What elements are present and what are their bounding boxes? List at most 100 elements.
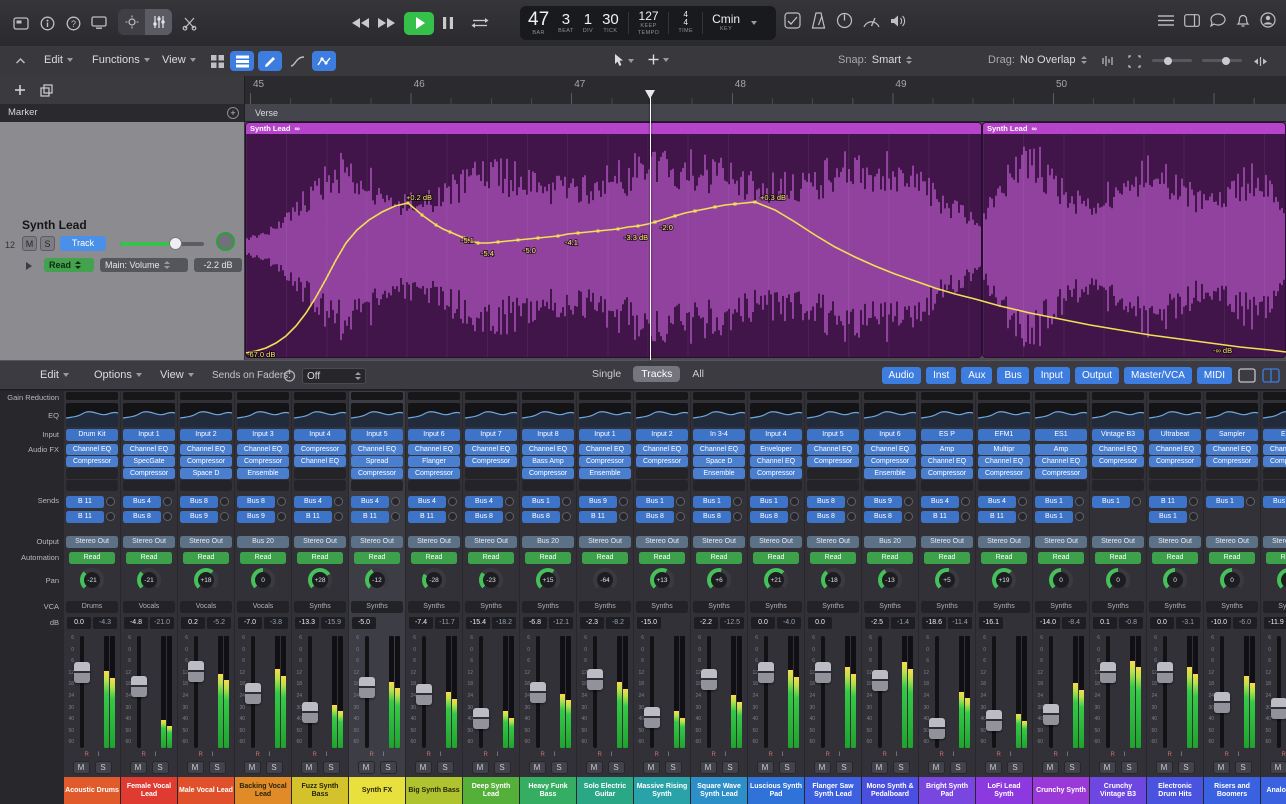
audio-fx-slot[interactable]: Flanger [408, 456, 460, 467]
record-enable-button[interactable]: R [426, 751, 430, 759]
single-pane-icon[interactable] [1238, 368, 1256, 383]
audio-fx-slot[interactable]: Ensemble [693, 468, 745, 479]
pan-knob[interactable]: -23 [479, 568, 503, 592]
audio-fx-slot[interactable] [807, 468, 859, 479]
send-slot[interactable]: B 11 [66, 510, 104, 523]
solo-button[interactable]: S [949, 761, 967, 774]
pan-knob[interactable]: -28 [422, 568, 446, 592]
mute-button[interactable]: M [984, 761, 1002, 774]
record-enable-button[interactable]: R [597, 751, 601, 759]
send-level-knob[interactable] [1189, 512, 1198, 521]
mixer-options-menu[interactable]: Options [94, 369, 142, 381]
mute-button[interactable]: M [186, 761, 204, 774]
audio-fx-slot[interactable]: Channel EQ [579, 444, 631, 455]
mixer-filter-output[interactable]: Output [1074, 367, 1119, 384]
send-slot[interactable]: Bus 8 [180, 495, 218, 508]
audio-fx-slot[interactable]: Channel EQ [408, 444, 460, 455]
automation-mode-button[interactable]: Read [696, 552, 742, 564]
volume-fader[interactable] [1100, 636, 1116, 748]
pan-knob[interactable]: 0 [1277, 568, 1286, 592]
audio-fx-slot[interactable]: Compressor [1149, 456, 1201, 467]
input-monitor-button[interactable]: I [839, 751, 841, 759]
audio-fx-slot[interactable] [921, 480, 973, 491]
send-slot[interactable]: Bus 4 [465, 495, 503, 508]
pause-button[interactable] [443, 17, 453, 29]
audio-fx-slot[interactable]: Channel EQ [1035, 456, 1087, 467]
automation-mode-button[interactable]: Read [810, 552, 856, 564]
curve-tool-icon[interactable] [285, 51, 309, 71]
record-enable-button[interactable]: R [996, 751, 1000, 759]
audio-fx-slot[interactable] [1035, 480, 1087, 491]
automation-mode-button[interactable]: Read [981, 552, 1027, 564]
audio-fx-slot[interactable]: Bass Amp [522, 456, 574, 467]
vca-slot[interactable]: Vocals [237, 601, 289, 613]
audio-fx-slot[interactable] [1149, 468, 1201, 479]
collapse-horizontal-icon[interactable] [1248, 51, 1272, 71]
eq-thumbnail[interactable] [978, 403, 1030, 427]
pan-knob[interactable]: 0 [1163, 568, 1187, 592]
send-level-knob[interactable] [676, 497, 685, 506]
region-synth-lead-1[interactable]: Synth Lead ∞ [245, 122, 982, 358]
solo-button[interactable]: S [1120, 761, 1138, 774]
track-name-plate[interactable]: Crunchy Vintage B3 [1090, 777, 1146, 804]
audio-fx-slot[interactable] [465, 480, 517, 491]
vca-slot[interactable]: Vocals [123, 601, 175, 613]
fader-cap[interactable] [1214, 692, 1230, 713]
send-slot[interactable]: Bus 1 [1149, 510, 1187, 523]
send-slot[interactable]: Bus 1 [1263, 495, 1286, 508]
send-level-knob[interactable] [391, 497, 400, 506]
pan-knob[interactable]: +18 [194, 568, 218, 592]
input-slot[interactable]: Input 5 [807, 429, 859, 441]
input-slot[interactable]: Sampler [1206, 429, 1258, 441]
vca-slot[interactable]: Synths [522, 601, 574, 613]
cycle-button[interactable] [471, 17, 489, 29]
automation-mode-dropdown[interactable]: Read [44, 258, 94, 272]
send-slot[interactable]: Bus 9 [864, 495, 902, 508]
pan-knob[interactable]: +5 [935, 568, 959, 592]
vca-slot[interactable]: Synths [1149, 601, 1201, 613]
solo-button[interactable]: S [379, 761, 397, 774]
input-slot[interactable]: Input 5 [351, 429, 403, 441]
waveform-zoom-icon[interactable] [1096, 51, 1120, 71]
audio-fx-slot[interactable]: Compressor [750, 468, 802, 479]
notifications-icon[interactable] [1236, 12, 1250, 28]
mute-button[interactable]: M [1269, 761, 1286, 774]
track-name-plate[interactable]: Solo Electric Guitar [577, 777, 633, 804]
send-slot[interactable]: Bus 1 [1092, 495, 1130, 508]
input-slot[interactable]: Input 1 [123, 429, 175, 441]
mixer-view-single[interactable]: Single [584, 366, 629, 382]
audio-fx-slot[interactable] [66, 468, 118, 479]
mute-button[interactable]: M [756, 761, 774, 774]
record-enable-button[interactable]: R [1053, 751, 1057, 759]
send-level-knob[interactable] [961, 512, 970, 521]
eq-thumbnail[interactable] [807, 403, 859, 427]
screen-icon[interactable] [10, 12, 32, 34]
scissors-icon[interactable] [178, 12, 200, 34]
input-monitor-button[interactable]: I [440, 751, 442, 759]
audio-fx-slot[interactable]: Compressor [294, 444, 346, 455]
mute-button[interactable]: M [813, 761, 831, 774]
volume-fader[interactable] [530, 636, 546, 748]
sends-on-faders-dropdown[interactable]: Off [302, 368, 366, 384]
mute-button[interactable]: M [1212, 761, 1230, 774]
lcd-display[interactable]: 47 BAR 3 BEAT 1 DIV 30 TICK 127 KEEP TEMPO 44T… [520, 6, 776, 40]
audio-fx-slot[interactable]: Space D [180, 468, 232, 479]
volume-knob[interactable] [168, 237, 182, 250]
input-slot[interactable]: Input 3 [237, 429, 289, 441]
automation-toggle-icon[interactable] [312, 51, 336, 71]
send-slot[interactable]: Bus 4 [294, 495, 332, 508]
audio-fx-slot[interactable] [351, 480, 403, 491]
record-enable-button[interactable]: R [1110, 751, 1114, 759]
send-level-knob[interactable] [790, 512, 799, 521]
horizontal-zoom-slider[interactable] [1152, 56, 1192, 65]
record-enable-button[interactable]: R [255, 751, 259, 759]
slider-knob[interactable] [1222, 56, 1230, 65]
fader-cap[interactable] [815, 662, 831, 683]
mixer-view-tracks[interactable]: Tracks [633, 366, 681, 382]
solo-button[interactable]: S [151, 761, 169, 774]
solo-button[interactable]: S [1234, 761, 1252, 774]
audio-fx-slot[interactable] [864, 480, 916, 491]
add-marker-button[interactable]: + [227, 107, 239, 119]
pan-knob[interactable]: +19 [992, 568, 1016, 592]
automation-mode-button[interactable]: Read [468, 552, 514, 564]
